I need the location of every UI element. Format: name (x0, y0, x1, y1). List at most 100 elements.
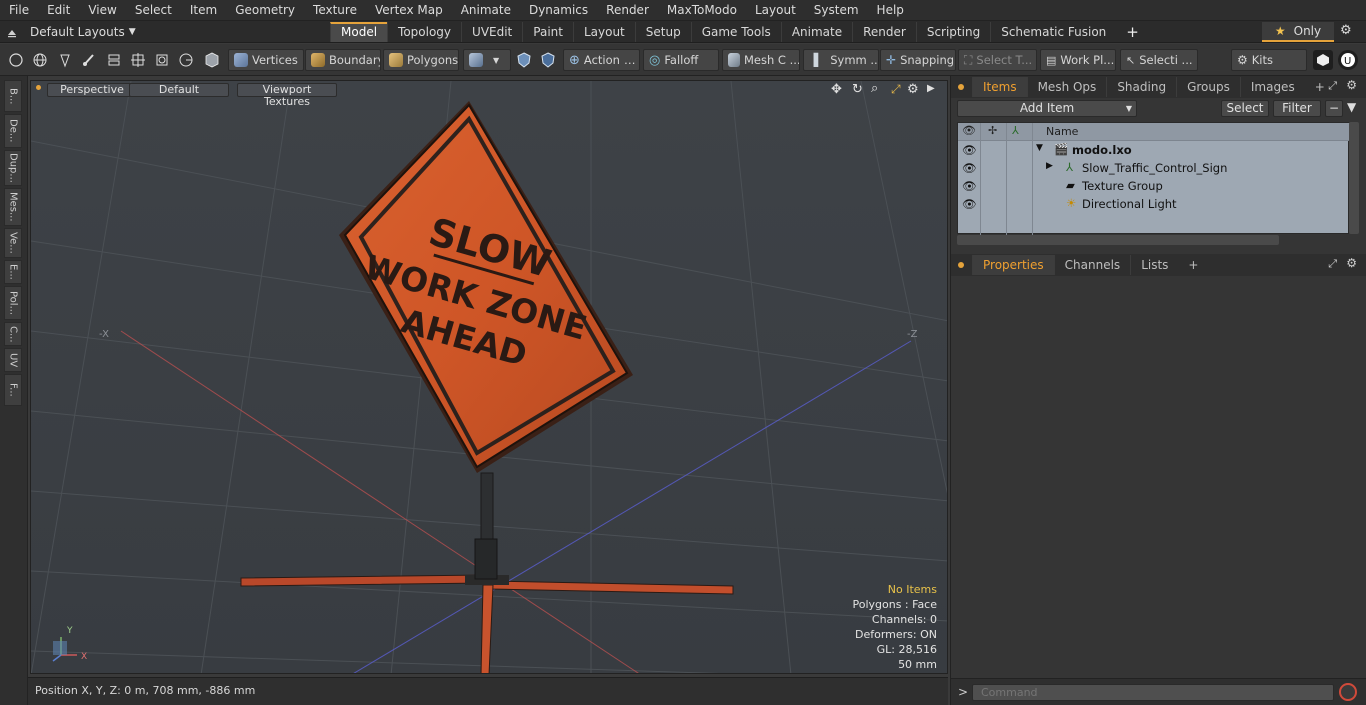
tab-shading[interactable]: Shading (1106, 77, 1176, 97)
expand-right-icon[interactable]: ▶ (927, 83, 935, 94)
vtab-duplicate[interactable]: Dup... (4, 150, 22, 186)
polygons-button[interactable]: Polygons (383, 49, 459, 71)
vtab-polygon[interactable]: Pol... (4, 286, 22, 320)
symmetry-button[interactable]: ▐ Symm ... (803, 49, 879, 71)
tab-mesh-ops[interactable]: Mesh Ops (1026, 77, 1107, 97)
add-item-dropdown[interactable]: Add Item ▼ (957, 100, 1137, 117)
vtab-vertex[interactable]: Ve... (4, 228, 22, 258)
vtab-mesh-edit[interactable]: Mes... (4, 188, 22, 226)
tree-row-mesh[interactable]: 👁 ▶ ⅄ Slow_Traffic_Control_Sign (958, 159, 1350, 177)
snapping-button[interactable]: ✛ Snapping (880, 49, 956, 71)
tab-items[interactable]: Items (972, 77, 1027, 97)
menu-system[interactable]: System (805, 0, 868, 21)
only-toggle-button[interactable]: ★ Only (1262, 22, 1334, 42)
tab-schematic-fusion[interactable]: Schematic Fusion (990, 21, 1116, 42)
work-plane-button[interactable]: ▤ Work Pl... (1040, 49, 1116, 71)
maximize-icon[interactable]: ⤢ (891, 82, 901, 97)
gear-icon[interactable]: ⚙ (1340, 23, 1352, 38)
vtab-curve[interactable]: C... (4, 322, 22, 346)
select-through-button[interactable]: ⛶ Select T... (958, 49, 1037, 71)
record-icon[interactable] (1339, 683, 1357, 701)
visibility-eye-icon[interactable]: 👁 (962, 179, 977, 193)
kits-button[interactable]: ⚙ Kits (1231, 49, 1307, 71)
viewport-scene[interactable]: -X -Z SLOW WORK ZONE AHEAD Y X (31, 81, 948, 674)
vertices-button[interactable]: Vertices (228, 49, 304, 71)
vtab-fusion[interactable]: F... (4, 374, 22, 406)
layers-icon[interactable] (104, 50, 124, 70)
expand-arrow-icon[interactable]: ▼ (1036, 143, 1043, 153)
menu-render[interactable]: Render (597, 0, 658, 21)
menu-view[interactable]: View (79, 0, 125, 21)
viewport-textures-dropdown[interactable]: Viewport Textures (237, 83, 337, 108)
add-panel-tab-icon[interactable]: + (1178, 255, 1208, 275)
menu-item[interactable]: Item (181, 0, 226, 21)
menu-select[interactable]: Select (126, 0, 181, 21)
selection-sets-button[interactable]: ↖ Selecti ... (1120, 49, 1198, 71)
action-center-button[interactable]: ⊕ Action … (563, 49, 640, 71)
mesh-constraints-button[interactable]: Mesh C ... (722, 49, 800, 71)
panel-gear-icon[interactable]: ⚙ (1346, 256, 1357, 270)
menu-edit[interactable]: Edit (38, 0, 79, 21)
panel-maximize-icon[interactable]: ⤢ (1328, 79, 1337, 93)
center-icon[interactable] (128, 50, 148, 70)
zoom-icon[interactable]: ⌕ (871, 81, 878, 96)
symmetry-shield-2-icon[interactable] (538, 50, 558, 70)
tab-animate[interactable]: Animate (780, 21, 852, 42)
3d-viewport[interactable]: -X -Z SLOW WORK ZONE AHEAD Y X Perspecti… (30, 80, 948, 674)
tree-row-texture-group[interactable]: 👁 ▰ Texture Group (958, 177, 1350, 195)
boundary-button[interactable]: Boundary (305, 49, 381, 71)
tab-topology[interactable]: Topology (387, 21, 461, 42)
tab-groups[interactable]: Groups (1176, 77, 1240, 97)
name-column-header[interactable]: Name (1046, 125, 1078, 138)
menu-maxtomodo[interactable]: MaxToModo (658, 0, 746, 21)
tab-paint[interactable]: Paint (522, 21, 573, 42)
tab-lists[interactable]: Lists (1130, 255, 1178, 275)
pivot-icon[interactable] (152, 50, 172, 70)
filter-button[interactable]: Filter (1273, 100, 1321, 117)
menu-geometry[interactable]: Geometry (226, 0, 304, 21)
shading-dropdown[interactable]: Default (129, 83, 229, 97)
command-input[interactable] (972, 684, 1334, 701)
funnel-icon[interactable]: ▼ (1347, 100, 1356, 114)
collapse-icon[interactable]: − (1325, 100, 1343, 117)
tree-row-light[interactable]: 👁 ☀ Directional Light (958, 195, 1350, 213)
unreal-icon[interactable]: U (1338, 50, 1358, 70)
tab-images[interactable]: Images (1239, 77, 1305, 97)
tab-model[interactable]: Model (330, 21, 388, 42)
pan-icon[interactable]: ✥ (831, 82, 842, 97)
menu-file[interactable]: File (0, 0, 38, 21)
tab-uvedit[interactable]: UVEdit (461, 21, 522, 42)
tab-properties[interactable]: Properties (972, 255, 1054, 275)
panel-gear-icon[interactable]: ⚙ (1346, 78, 1357, 92)
visibility-eye-icon[interactable]: 👁 (962, 161, 977, 175)
tab-layout[interactable]: Layout (572, 21, 635, 42)
globe-icon[interactable] (30, 50, 50, 70)
add-tab-icon[interactable]: + (1116, 23, 1149, 41)
menu-layout[interactable]: Layout (746, 0, 805, 21)
vtab-uv[interactable]: UV (4, 348, 22, 372)
visibility-eye-icon[interactable]: 👁 (962, 143, 977, 157)
layout-dropdown[interactable]: Default Layouts ▼ (0, 25, 330, 39)
panel-maximize-icon[interactable]: ⤢ (1328, 257, 1337, 271)
symmetry-shield-icon[interactable] (514, 50, 534, 70)
vtab-edge[interactable]: E... (4, 260, 22, 284)
tree-row-scene[interactable]: 👁 ▼ 🎬 modo.lxo (958, 141, 1350, 159)
expand-arrow-icon[interactable]: ▶ (1046, 161, 1053, 171)
pen-icon[interactable] (55, 50, 75, 70)
snap-circle-icon[interactable] (176, 50, 196, 70)
unity-icon[interactable] (1313, 50, 1333, 70)
item-mode-icon[interactable] (202, 50, 222, 70)
menu-animate[interactable]: Animate (452, 0, 520, 21)
tree-horizontal-scrollbar[interactable] (957, 235, 1279, 245)
brush-icon[interactable] (79, 50, 99, 70)
menu-help[interactable]: Help (868, 0, 913, 21)
tab-render[interactable]: Render (852, 21, 916, 42)
tab-channels[interactable]: Channels (1053, 255, 1131, 275)
visibility-eye-icon[interactable]: 👁 (962, 197, 977, 211)
menu-texture[interactable]: Texture (304, 0, 366, 21)
vtab-basic[interactable]: B... (4, 80, 22, 112)
menu-dynamics[interactable]: Dynamics (520, 0, 597, 21)
vtab-deform[interactable]: De... (4, 114, 22, 148)
menu-vertex-map[interactable]: Vertex Map (366, 0, 452, 21)
falloff-button[interactable]: ◎ Falloff (643, 49, 719, 71)
